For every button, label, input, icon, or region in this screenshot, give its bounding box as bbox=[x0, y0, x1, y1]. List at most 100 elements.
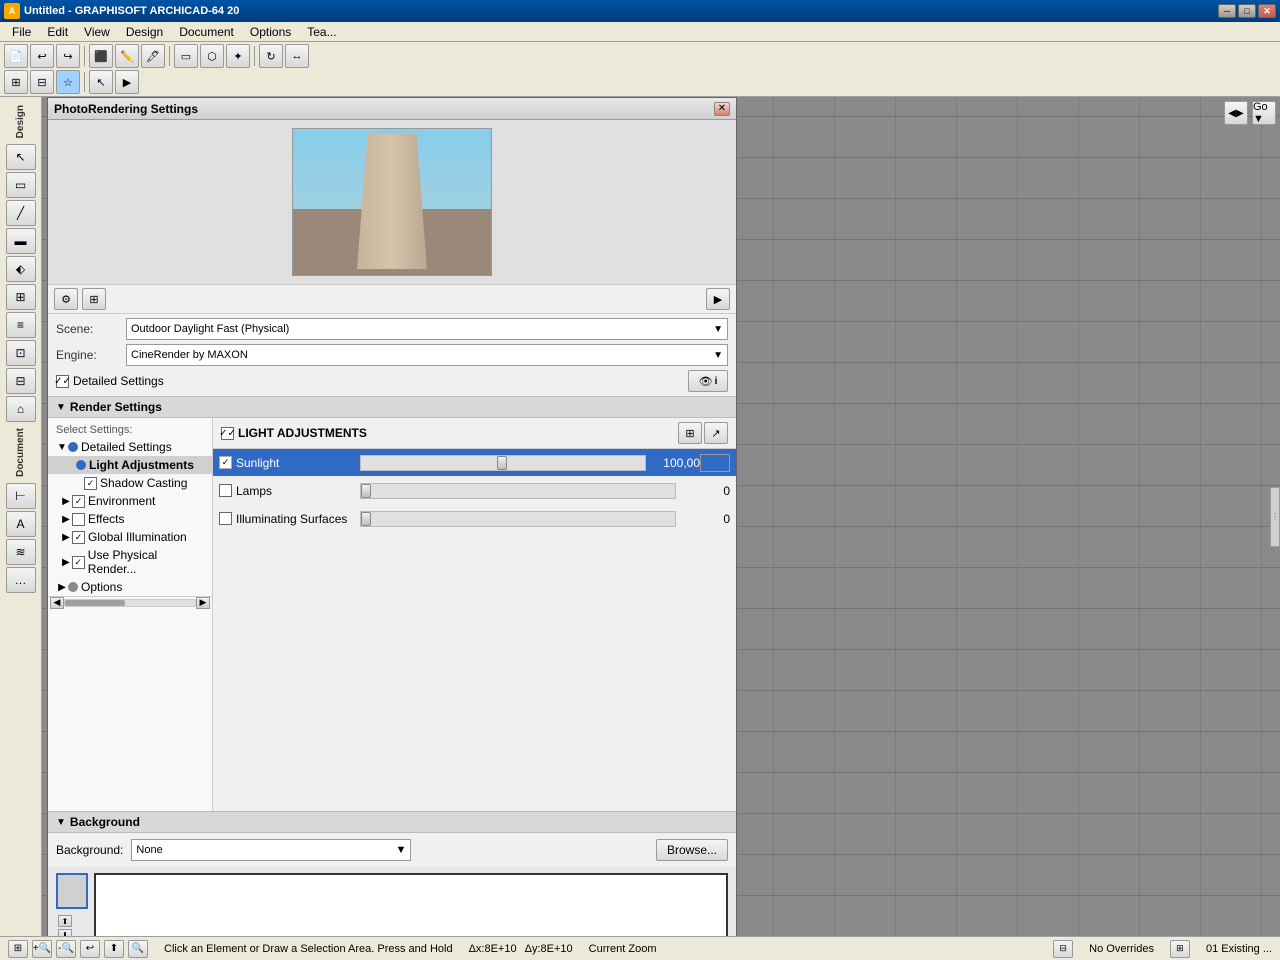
panel-splitter[interactable]: ⋮ bbox=[1270, 487, 1280, 547]
scene-select[interactable]: Outdoor Daylight Fast (Physical) ▼ bbox=[126, 318, 728, 340]
menu-team[interactable]: Tea... bbox=[299, 23, 344, 41]
arrow-button[interactable]: ↖ bbox=[89, 70, 113, 94]
status-zoom-out-button[interactable]: -🔍 bbox=[56, 940, 76, 958]
tool-stairs[interactable]: ≡ bbox=[6, 312, 36, 338]
tree-item-effects[interactable]: ▶ Effects bbox=[48, 510, 212, 528]
expand-button[interactable]: ▶ bbox=[706, 288, 730, 310]
illuminating-surfaces-row[interactable]: Illuminating Surfaces 0 bbox=[213, 505, 736, 533]
bg-handle-down-button[interactable]: ⬇ bbox=[58, 929, 72, 936]
close-button[interactable]: ✕ bbox=[1258, 4, 1276, 18]
sunlight-row[interactable]: ✓ Sunlight 100,00 bbox=[213, 449, 736, 477]
bg-handle-up-button[interactable]: ⬆ bbox=[58, 915, 72, 927]
status-zoom-fit-button[interactable]: ⊞ bbox=[8, 940, 28, 958]
sunlight-checkbox[interactable]: ✓ bbox=[219, 456, 232, 469]
magic-button[interactable]: ✦ bbox=[226, 44, 250, 68]
physical-render-checkbox[interactable]: ✓ bbox=[72, 556, 85, 569]
lasso-button[interactable]: ⬡ bbox=[200, 44, 224, 68]
tool-dim[interactable]: ⊢ bbox=[6, 483, 36, 509]
adj-export-button[interactable]: ↗ bbox=[704, 422, 728, 444]
tree-item-use-physical-render[interactable]: ▶ ✓ Use Physical Render... bbox=[48, 546, 212, 578]
snap-button[interactable]: ⊞ bbox=[4, 70, 28, 94]
rotate-button[interactable]: ↻ bbox=[259, 44, 283, 68]
adj-grid-button[interactable]: ⊞ bbox=[678, 422, 702, 444]
tool-text[interactable]: A bbox=[6, 511, 36, 537]
background-header[interactable]: ▼ Background bbox=[48, 811, 736, 833]
status-navigate-button[interactable]: ⬆ bbox=[104, 940, 124, 958]
background-select[interactable]: None ▼ bbox=[131, 839, 411, 861]
scroll-thumb[interactable] bbox=[65, 600, 125, 606]
menu-options[interactable]: Options bbox=[242, 23, 299, 41]
lamps-row[interactable]: Lamps 0 bbox=[213, 477, 736, 505]
effects-checkbox[interactable] bbox=[72, 513, 85, 526]
pencil-button[interactable]: ✏️ bbox=[115, 44, 139, 68]
bg-main-preview[interactable] bbox=[94, 873, 728, 936]
tool-window[interactable]: ⊟ bbox=[6, 368, 36, 394]
detailed-settings-label[interactable]: ✓ Detailed Settings bbox=[56, 374, 164, 388]
tree-item-shadow-casting[interactable]: ✓ Shadow Casting bbox=[48, 474, 212, 492]
maximize-button[interactable]: □ bbox=[1238, 4, 1256, 18]
tree-item-global-illumination[interactable]: ▶ ✓ Global Illumination bbox=[48, 528, 212, 546]
tree-item-environment[interactable]: ▶ ✓ Environment bbox=[48, 492, 212, 510]
info-button[interactable]: 👁 i bbox=[688, 370, 728, 392]
tool-line[interactable]: ╱ bbox=[6, 200, 36, 226]
tool-slash[interactable]: ⬖ bbox=[6, 256, 36, 282]
status-layers-button[interactable]: ⊟ bbox=[1053, 940, 1073, 958]
tool-more[interactable]: … bbox=[6, 567, 36, 593]
tree-item-light-adjustments[interactable]: Light Adjustments bbox=[48, 456, 212, 474]
eraser-button[interactable]: 🖊 bbox=[141, 44, 165, 68]
redo-button[interactable]: ↪ bbox=[56, 44, 80, 68]
menu-document[interactable]: Document bbox=[171, 23, 242, 41]
status-model-button[interactable]: ⊞ bbox=[1170, 940, 1190, 958]
play-button[interactable]: ▶ bbox=[115, 70, 139, 94]
undo-button[interactable]: ↩ bbox=[30, 44, 54, 68]
move-button[interactable]: ↔ bbox=[285, 44, 309, 68]
settings-icon-button[interactable]: ⚙ bbox=[54, 288, 78, 310]
global-illumination-checkbox[interactable]: ✓ bbox=[72, 531, 85, 544]
status-zoom-in-button[interactable]: +🔍 bbox=[32, 940, 52, 958]
new-button[interactable]: 📄 bbox=[4, 44, 28, 68]
status-zoom-button[interactable]: 🔍 bbox=[128, 940, 148, 958]
scroll-left-button[interactable]: ◀ bbox=[50, 597, 64, 609]
lamps-slider[interactable] bbox=[360, 483, 676, 499]
grid-button[interactable]: ⊟ bbox=[30, 70, 54, 94]
scroll-track[interactable] bbox=[64, 599, 196, 607]
dialog-close-button[interactable]: ✕ bbox=[714, 102, 730, 116]
tree-item-detailed-settings[interactable]: ▼ Detailed Settings bbox=[48, 438, 212, 456]
status-pan-button[interactable]: ↩ bbox=[80, 940, 100, 958]
window-controls[interactable]: ─ □ ✕ bbox=[1218, 4, 1276, 18]
menu-view[interactable]: View bbox=[76, 23, 118, 41]
browse-button[interactable]: Browse... bbox=[656, 839, 728, 861]
engine-select[interactable]: CineRender by MAXON ▼ bbox=[126, 344, 728, 366]
highlight-button[interactable]: ☆ bbox=[56, 70, 80, 94]
grid-view-button[interactable]: ⊞ bbox=[82, 288, 106, 310]
bg-thumb-1[interactable] bbox=[56, 873, 88, 909]
tool-rect[interactable]: ▭ bbox=[6, 172, 36, 198]
sunlight-slider[interactable] bbox=[360, 455, 646, 471]
illuminating-checkbox[interactable] bbox=[219, 512, 232, 525]
select-button[interactable]: ⬛ bbox=[89, 44, 113, 68]
render-settings-header[interactable]: ▼ Render Settings bbox=[48, 396, 736, 418]
illuminating-slider[interactable] bbox=[360, 511, 676, 527]
canvas-nav-button[interactable]: ◀▶ bbox=[1224, 101, 1248, 125]
tool-arrow[interactable]: ↖ bbox=[6, 144, 36, 170]
menu-edit[interactable]: Edit bbox=[39, 23, 76, 41]
minimize-button[interactable]: ─ bbox=[1218, 4, 1236, 18]
scroll-right-button[interactable]: ▶ bbox=[196, 597, 210, 609]
tree-item-options[interactable]: ▶ Options bbox=[48, 578, 212, 596]
light-adj-main-checkbox[interactable]: ✓ bbox=[221, 427, 234, 440]
menu-file[interactable]: File bbox=[4, 23, 39, 41]
tool-hatch[interactable]: ≋ bbox=[6, 539, 36, 565]
rect-select-button[interactable]: ▭ bbox=[174, 44, 198, 68]
environment-checkbox[interactable]: ✓ bbox=[72, 495, 85, 508]
lamps-checkbox[interactable] bbox=[219, 484, 232, 497]
tree-scrollbar[interactable]: ◀ ▶ bbox=[48, 596, 212, 608]
tool-roof[interactable]: ⌂ bbox=[6, 396, 36, 422]
detailed-settings-checkbox[interactable]: ✓ bbox=[56, 375, 69, 388]
tool-door[interactable]: ⊡ bbox=[6, 340, 36, 366]
menu-design[interactable]: Design bbox=[118, 23, 171, 41]
shadow-casting-checkbox[interactable]: ✓ bbox=[84, 477, 97, 490]
bg-resize-handle[interactable]: ⬆ ⬇ bbox=[56, 913, 88, 936]
tool-grid[interactable]: ⊞ bbox=[6, 284, 36, 310]
go-dropdown[interactable]: Go ▼ bbox=[1252, 101, 1276, 125]
tool-wall[interactable]: ▬ bbox=[6, 228, 36, 254]
